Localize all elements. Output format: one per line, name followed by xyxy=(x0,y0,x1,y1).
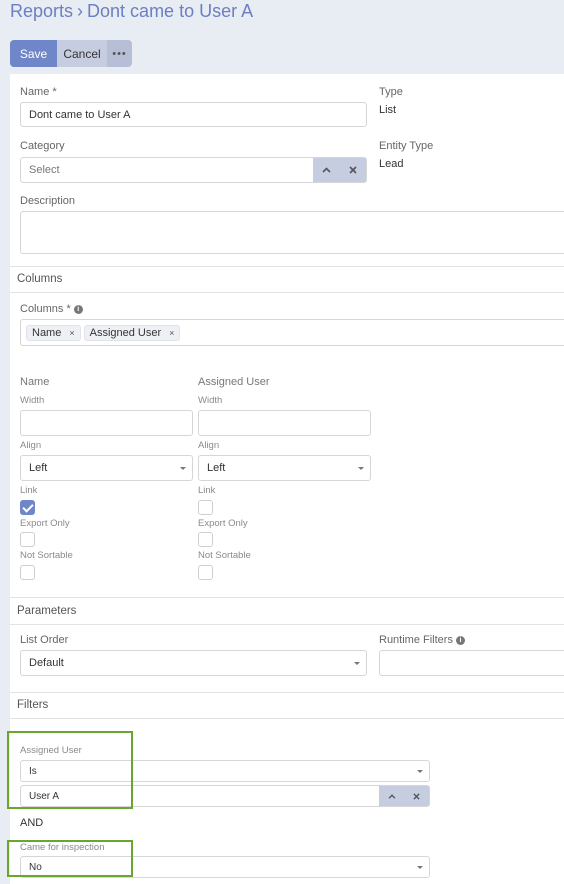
column-assigned-user-link-checkbox[interactable] xyxy=(198,500,213,515)
column-name-link-label: Link xyxy=(20,485,38,496)
list-order-select[interactable]: Default xyxy=(20,650,367,676)
type-value: List xyxy=(379,104,397,116)
list-order-value: Default xyxy=(29,657,64,669)
column-chip-name: Name × xyxy=(26,324,81,341)
name-input-value: Dont came to User A xyxy=(29,108,131,121)
column-assigned-user-title: Assigned User xyxy=(198,376,270,388)
parameters-section-title: Parameters xyxy=(17,605,77,617)
column-name-title: Name xyxy=(20,376,50,388)
column-assigned-user-export-only-label: Export Only xyxy=(198,518,248,529)
column-name-width-label: Width xyxy=(20,395,45,406)
caret-down-icon xyxy=(354,662,360,665)
divider xyxy=(10,718,564,719)
action-toolbar: Save Cancel ••• xyxy=(10,40,132,67)
save-button[interactable]: Save xyxy=(10,40,57,67)
description-textarea[interactable] xyxy=(20,211,564,254)
column-name-link-checkbox[interactable] xyxy=(20,500,35,515)
column-assigned-user-align-select[interactable]: Left xyxy=(198,455,371,481)
column-assigned-user-export-only-checkbox[interactable] xyxy=(198,532,213,547)
columns-label: Columns * i xyxy=(20,303,83,315)
divider xyxy=(10,597,564,598)
breadcrumb-root-link[interactable]: Reports xyxy=(10,1,73,21)
description-label: Description xyxy=(20,195,76,207)
runtime-filters-label: Runtime Filters i xyxy=(379,634,465,646)
column-name-width-input[interactable] xyxy=(20,410,193,436)
remove-chip-icon[interactable]: × xyxy=(169,328,174,338)
column-assigned-user-align-label: Align xyxy=(198,440,220,451)
column-name-not-sortable-label: Not Sortable xyxy=(20,550,73,561)
entity-type-label: Entity Type xyxy=(379,140,434,152)
divider xyxy=(10,292,564,293)
entity-type-value: Lead xyxy=(379,158,404,170)
column-assigned-user-width-label: Width xyxy=(198,395,223,406)
column-name-export-only-checkbox[interactable] xyxy=(20,532,35,547)
caret-down-icon xyxy=(180,467,186,470)
columns-label-text: Columns * xyxy=(20,303,71,315)
highlight-box xyxy=(7,840,133,877)
runtime-filters-label-text: Runtime Filters xyxy=(379,634,453,646)
info-icon[interactable]: i xyxy=(455,635,465,645)
column-name-export-only-label: Export Only xyxy=(20,518,70,529)
column-name-not-sortable-checkbox[interactable] xyxy=(20,565,35,580)
caret-down-icon xyxy=(417,770,423,773)
divider xyxy=(10,692,564,693)
chip-label: Name xyxy=(32,326,62,339)
category-label: Category xyxy=(20,140,65,152)
column-assigned-user-align-value: Left xyxy=(207,462,226,474)
column-name-align-select[interactable]: Left xyxy=(20,455,193,481)
type-label: Type xyxy=(379,86,403,98)
name-label: Name * xyxy=(20,86,57,98)
close-icon[interactable] xyxy=(340,158,366,182)
more-actions-button[interactable]: ••• xyxy=(107,40,132,67)
caret-down-icon xyxy=(358,467,364,470)
columns-section-title: Columns xyxy=(17,273,63,285)
column-assigned-user-not-sortable-checkbox[interactable] xyxy=(198,565,213,580)
chevron-up-icon[interactable] xyxy=(313,158,340,182)
divider xyxy=(10,624,564,625)
breadcrumb-separator: › xyxy=(77,1,84,21)
chevron-up-icon[interactable] xyxy=(379,786,404,806)
cancel-button[interactable]: Cancel xyxy=(57,40,107,67)
list-order-label: List Order xyxy=(20,634,69,646)
runtime-filters-input[interactable] xyxy=(379,650,564,676)
column-assigned-user-link-label: Link xyxy=(198,485,216,496)
column-assigned-user-width-input[interactable] xyxy=(198,410,371,436)
remove-chip-icon[interactable]: × xyxy=(69,328,74,338)
column-name-align-label: Align xyxy=(20,440,42,451)
highlight-box xyxy=(7,731,133,809)
column-chip-assigned-user: Assigned User × xyxy=(83,324,181,341)
column-name-align-value: Left xyxy=(29,462,48,474)
column-assigned-user-not-sortable-label: Not Sortable xyxy=(198,550,251,561)
page-title: Dont came to User A xyxy=(87,1,254,21)
close-icon[interactable] xyxy=(404,786,429,806)
category-placeholder: Select xyxy=(29,164,60,176)
filter-and-label: AND xyxy=(20,817,44,829)
chip-label: Assigned User xyxy=(89,326,162,339)
name-input[interactable]: Dont came to User A xyxy=(20,102,367,127)
divider xyxy=(10,266,564,267)
info-icon[interactable]: i xyxy=(73,304,83,314)
breadcrumb: Reports › Dont came to User A xyxy=(10,1,253,22)
columns-multiselect[interactable]: Name × Assigned User × xyxy=(20,319,564,346)
category-select[interactable]: Select xyxy=(20,157,367,183)
filters-section-title: Filters xyxy=(17,699,49,711)
caret-down-icon xyxy=(417,866,423,869)
